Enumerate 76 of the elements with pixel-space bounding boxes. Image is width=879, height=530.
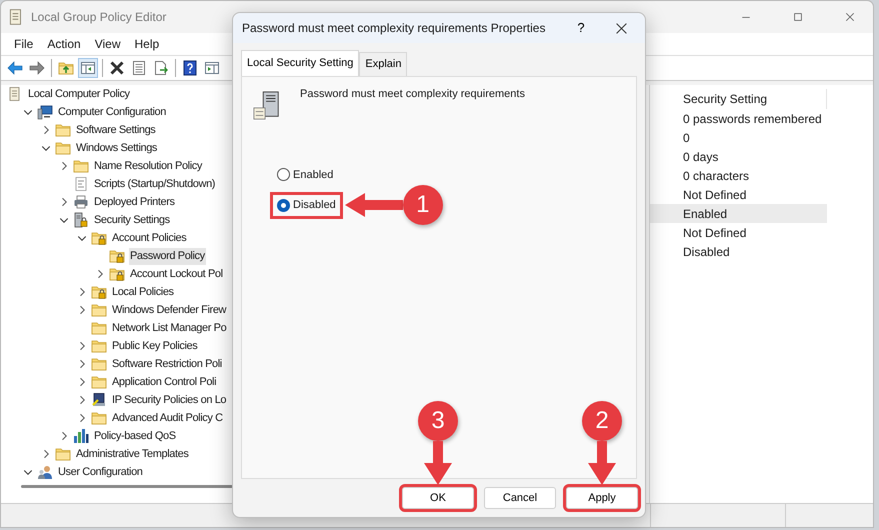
radio-button[interactable] bbox=[277, 168, 290, 182]
setting-value[interactable]: 0 passwords remembered bbox=[650, 109, 827, 128]
arrow bbox=[424, 441, 452, 485]
radio-button[interactable] bbox=[277, 198, 290, 212]
menu-item[interactable]: View bbox=[88, 34, 128, 54]
setting-value[interactable]: Not Defined bbox=[650, 223, 827, 242]
menu-item[interactable]: Action bbox=[40, 34, 88, 54]
setting-value[interactable]: 0 bbox=[650, 128, 827, 147]
tree-pane-button[interactable] bbox=[78, 58, 98, 78]
tree-item[interactable]: Windows Defender Firew bbox=[111, 302, 228, 318]
tree-item[interactable]: Software Settings bbox=[75, 122, 156, 138]
callout-number: 1 bbox=[402, 185, 443, 226]
setting-value[interactable]: Disabled bbox=[650, 242, 827, 261]
arrow bbox=[588, 441, 616, 485]
setting-value[interactable]: 0 days bbox=[650, 147, 827, 166]
tree-item[interactable]: IP Security Policies on Lo bbox=[111, 392, 228, 408]
dialog-button[interactable]: Cancel bbox=[484, 487, 556, 509]
tab[interactable]: Local Security Setting bbox=[241, 50, 360, 76]
close-icon[interactable] bbox=[844, 11, 856, 23]
column-header[interactable]: Security Setting bbox=[650, 89, 827, 109]
tab[interactable]: Explain bbox=[359, 52, 408, 76]
tree-item[interactable]: Deployed Printers bbox=[93, 194, 176, 210]
tree-item[interactable]: Security Settings bbox=[93, 212, 171, 228]
tree-item[interactable]: Policy-based QoS bbox=[93, 428, 177, 444]
scrollbar[interactable] bbox=[21, 484, 233, 488]
tree-item[interactable]: Windows Settings bbox=[75, 140, 158, 156]
folder-icon bbox=[91, 320, 107, 336]
tree-item[interactable]: Local Computer Policy bbox=[27, 86, 131, 102]
window-title: Local Group Policy Editor bbox=[31, 9, 166, 26]
policy-name: Password must meet complexity requirements bbox=[300, 86, 525, 102]
close-icon[interactable] bbox=[614, 22, 628, 34]
script-icon bbox=[73, 176, 89, 192]
folder-icon bbox=[55, 446, 71, 462]
folder-icon bbox=[91, 410, 107, 426]
tree-item[interactable]: Name Resolution Policy bbox=[93, 158, 203, 174]
menu-item[interactable]: File bbox=[7, 34, 40, 54]
folder-icon bbox=[73, 158, 89, 174]
radio-label[interactable]: Disabled bbox=[293, 197, 336, 214]
folder-icon bbox=[91, 338, 107, 354]
setting-value[interactable]: 0 characters bbox=[650, 166, 827, 185]
server-lock-icon bbox=[73, 212, 89, 228]
tree-item[interactable]: Network List Manager Po bbox=[111, 320, 228, 336]
tree-item[interactable]: Account Policies bbox=[111, 230, 188, 246]
computer-icon bbox=[37, 104, 53, 120]
tree-item[interactable]: Password Policy bbox=[129, 248, 206, 264]
user-icon bbox=[37, 464, 53, 480]
setting-value[interactable]: Enabled bbox=[650, 204, 827, 223]
maximize-icon[interactable] bbox=[792, 11, 804, 23]
folder-icon bbox=[55, 140, 71, 156]
tree-item[interactable]: Software Restriction Poli bbox=[111, 356, 223, 372]
tree-item[interactable]: Account Lockout Pol bbox=[129, 266, 224, 282]
folder-icon bbox=[91, 374, 107, 390]
tree-item[interactable]: Public Key Policies bbox=[111, 338, 198, 354]
folder-icon bbox=[91, 302, 107, 318]
folder-icon bbox=[55, 122, 71, 138]
setting-value[interactable]: Not Defined bbox=[650, 185, 827, 204]
tree-item[interactable]: Advanced Audit Policy C bbox=[111, 410, 224, 426]
bar-chart-icon bbox=[73, 428, 89, 444]
tree-item[interactable]: Application Control Poli bbox=[111, 374, 218, 390]
dialog-title: Password must meet complexity requirements Properties bbox=[242, 20, 546, 37]
radio-label[interactable]: Enabled bbox=[293, 166, 334, 183]
locked-folder-icon bbox=[109, 248, 125, 264]
help-button[interactable]: ? bbox=[561, 18, 601, 38]
tree-item[interactable]: Scripts (Startup/Shutdown) bbox=[93, 176, 216, 192]
tree-item[interactable]: Administrative Templates bbox=[75, 446, 190, 462]
tree-item[interactable]: Computer Configuration bbox=[57, 104, 167, 120]
printer-icon bbox=[73, 194, 89, 210]
computer-key-icon bbox=[91, 392, 107, 408]
locked-folder-icon bbox=[91, 284, 107, 300]
menu-item[interactable]: Help bbox=[128, 34, 166, 54]
locked-folder-icon bbox=[109, 266, 125, 282]
tree-item[interactable]: User Configuration bbox=[57, 464, 144, 480]
folder-icon bbox=[91, 356, 107, 372]
tree-item[interactable]: Local Policies bbox=[111, 284, 175, 300]
arrow bbox=[344, 193, 403, 218]
locked-folder-icon bbox=[91, 230, 107, 246]
